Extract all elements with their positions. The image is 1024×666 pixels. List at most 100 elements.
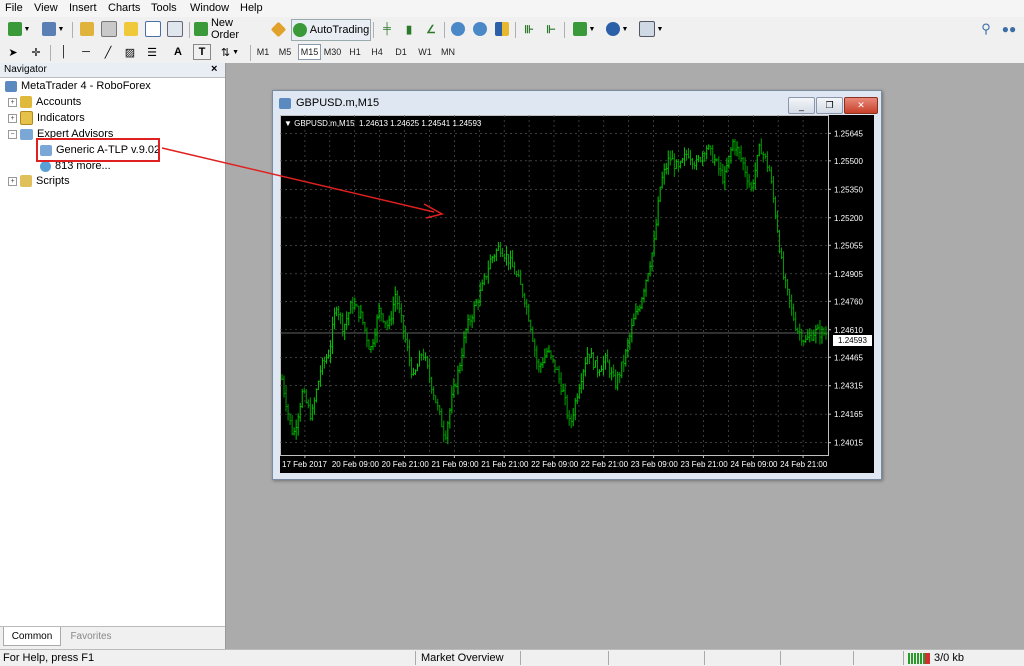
cursor-button[interactable]: ➤ (5, 43, 21, 61)
y-tick-label: 1.24315 (834, 382, 863, 391)
close-button[interactable]: ✕ (844, 97, 878, 114)
ohlc-bar (442, 420, 445, 443)
strategy-tester-button[interactable] (166, 20, 184, 38)
bar-chart-button[interactable]: ╪ (378, 20, 396, 38)
ohlc-bar (663, 163, 666, 185)
navigator-button[interactable] (122, 20, 140, 38)
chart-title-bar[interactable]: GBPUSD.m,M15 _ ❐ ✕ (273, 91, 881, 116)
text-label-button[interactable]: T (193, 44, 211, 60)
tree-item-scripts[interactable]: + Scripts (8, 174, 70, 188)
horizontal-line-button[interactable]: ─ (78, 43, 94, 61)
metaeditor-button[interactable] (268, 20, 288, 38)
tree-item-indicators[interactable]: + Indicators (8, 111, 85, 125)
line-chart-button[interactable]: ∠ (422, 20, 440, 38)
chart-window-title: GBPUSD.m,M15 (296, 97, 380, 109)
terminal-button[interactable] (144, 20, 162, 38)
tab-common[interactable]: Common (3, 627, 61, 646)
expand-icon: + (8, 113, 17, 123)
tf-h1[interactable]: H1 (346, 44, 364, 60)
minimize-button[interactable]: _ (788, 97, 815, 114)
crosshair-button[interactable]: ✛ (28, 43, 44, 61)
ohlc-bar (379, 307, 383, 322)
tf-m15[interactable]: M15 (298, 44, 321, 60)
ohlc-bar (658, 186, 662, 202)
ohlc-bar (667, 150, 670, 175)
profiles-button[interactable]: ▼ (38, 20, 68, 38)
market-watch-button[interactable] (78, 20, 96, 38)
chat-button[interactable]: ●● (999, 20, 1019, 38)
tf-m1[interactable]: M1 (254, 44, 272, 60)
tf-mn[interactable]: MN (438, 44, 458, 60)
y-tick-label: 1.25200 (834, 214, 863, 223)
candlestick-button[interactable]: ▮ (400, 20, 418, 38)
new-chart-button[interactable]: ▼ (4, 20, 34, 38)
y-tick-label: 1.25055 (834, 241, 863, 250)
ohlc-bar (747, 174, 751, 188)
autotrading-button[interactable]: AutoTrading (291, 19, 371, 41)
tile-windows-button[interactable] (493, 20, 511, 38)
new-order-button[interactable]: New Order (194, 17, 264, 41)
cursor-icon: ➤ (8, 46, 18, 59)
tf-h4[interactable]: H4 (368, 44, 386, 60)
tree-root[interactable]: MetaTrader 4 - RoboForex (5, 79, 151, 93)
tf-m5[interactable]: M5 (276, 44, 294, 60)
equidistant-channel-button[interactable]: ▨ (122, 43, 138, 61)
zoom-in-button[interactable] (449, 20, 467, 38)
menu-tools[interactable]: Tools (151, 2, 177, 14)
vertical-line-button[interactable]: │ (56, 43, 72, 61)
auto-scroll-icon: ⊪ (524, 23, 534, 36)
restore-button[interactable]: ❐ (816, 97, 843, 114)
ohlc-bar (660, 171, 664, 189)
tree-item-label: Accounts (36, 96, 82, 108)
templates-button[interactable]: ▼ (636, 20, 666, 38)
arrows-button[interactable]: ⇅ ▼ (216, 43, 244, 61)
ohlc-bar (531, 326, 534, 342)
indicators-icon (20, 111, 33, 125)
menu-charts[interactable]: Charts (108, 2, 140, 14)
menu-file[interactable]: File (5, 2, 23, 14)
chart-shift-button[interactable]: ⊩ (542, 20, 560, 38)
navigator-close-button[interactable]: × (211, 63, 217, 75)
chart-window[interactable]: GBPUSD.m,M15 _ ❐ ✕ 1.25645 1.25500 1.25350… (272, 90, 882, 480)
zoom-out-button[interactable] (471, 20, 489, 38)
tf-m30[interactable]: M30 (322, 44, 343, 60)
horizontal-line-icon: ─ (82, 46, 90, 58)
ohlc-bar (766, 151, 769, 172)
data-window-button[interactable] (100, 20, 118, 38)
menu-insert[interactable]: Insert (69, 2, 97, 14)
tree-item-accounts[interactable]: + Accounts (8, 95, 81, 109)
ohlc-bar (383, 320, 387, 329)
search-button[interactable]: ⚲ (977, 20, 995, 38)
text-button[interactable]: A (170, 43, 186, 61)
menu-window[interactable]: Window (190, 2, 229, 14)
ohlc-bar (816, 324, 820, 330)
ohlc-bar (733, 138, 737, 156)
periods-button[interactable]: ▼ (602, 20, 632, 38)
auto-scroll-button[interactable]: ⊪ (520, 20, 538, 38)
tf-w1[interactable]: W1 (416, 44, 434, 60)
ohlc-bar (535, 345, 539, 370)
ohlc-bar (600, 365, 603, 372)
ohlc-bar (426, 355, 429, 369)
x-tick-label: 17 Feb 2017 (282, 460, 327, 469)
indicators-list-button[interactable]: ▼ (569, 20, 599, 38)
ohlc-bar (814, 324, 818, 344)
ohlc-bar (319, 365, 322, 387)
tab-favorites[interactable]: Favorites (62, 627, 120, 645)
navigator-tabs: Common Favorites (0, 626, 225, 649)
ohlc-bar (503, 253, 506, 262)
ohlc-bar (760, 138, 763, 155)
menu-view[interactable]: View (34, 2, 58, 14)
ohlc-bar (580, 373, 583, 394)
menu-help[interactable]: Help (240, 2, 263, 14)
ohlc-bar (574, 397, 577, 421)
tester-icon (167, 21, 183, 37)
fibonacci-button[interactable]: ☰ (144, 43, 160, 61)
price-chart[interactable]: 1.25645 1.25500 1.25350 1.25200 1.25055 1.249… (280, 115, 874, 473)
standard-toolbar: ▼ ▼ New Order AutoTrading ╪ ▮ ∠ ⊪ ⊩ ▼ ▼ … (0, 17, 1024, 43)
status-help: For Help, press F1 (3, 652, 95, 664)
trendline-button[interactable]: ╱ (100, 43, 116, 61)
tf-d1[interactable]: D1 (392, 44, 410, 60)
navigator-header: Navigator × (0, 63, 225, 78)
ohlc-bar (448, 408, 452, 429)
